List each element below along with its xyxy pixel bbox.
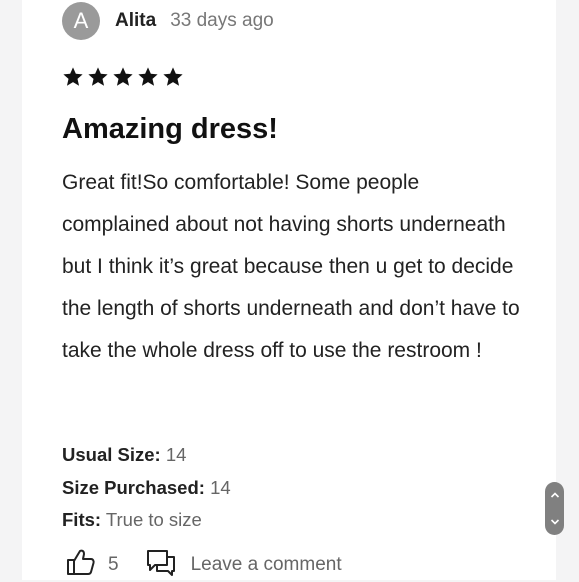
detail-value: 14	[210, 476, 231, 498]
detail-value: 14	[165, 444, 187, 465]
detail-value: True to size	[105, 509, 202, 530]
star-icon	[162, 66, 184, 88]
detail-label: Size Purchased:	[62, 476, 205, 498]
review-header: A Alita 33 days ago	[62, 2, 274, 40]
detail-size-purchased: Size Purchased: 14	[62, 472, 231, 505]
author-name: Alita	[115, 10, 157, 31]
star-icon	[137, 66, 159, 88]
chevron-down-icon[interactable]	[550, 513, 560, 531]
star-icon	[62, 66, 84, 88]
review-actions: 5 Leave a comment	[66, 548, 342, 582]
like-count: 5	[108, 554, 119, 575]
star-icon	[112, 66, 134, 88]
detail-label: Usual Size:	[62, 444, 161, 465]
review-date: 33 days ago	[170, 10, 274, 31]
chevron-up-icon[interactable]	[550, 486, 560, 504]
star-rating	[62, 66, 184, 88]
review-title: Amazing dress!	[62, 113, 278, 145]
star-icon	[87, 66, 109, 88]
detail-label: Fits:	[62, 509, 102, 530]
thumbs-up-icon[interactable]	[66, 548, 96, 582]
avatar: A	[62, 2, 100, 40]
review-body: Great fit!So comfortable! Some people co…	[62, 171, 520, 362]
scroll-buttons	[545, 482, 564, 535]
comment-icon[interactable]	[145, 548, 177, 582]
detail-fits: Fits: True to size	[62, 504, 231, 537]
leave-comment-link[interactable]: Leave a comment	[191, 554, 342, 576]
detail-usual-size: Usual Size: 14	[62, 439, 231, 472]
fit-details: Usual Size: 14 Size Purchased: 14 Fits: …	[62, 439, 231, 537]
review-card: A Alita 33 days ago Amazing dress! Great…	[22, 0, 556, 580]
